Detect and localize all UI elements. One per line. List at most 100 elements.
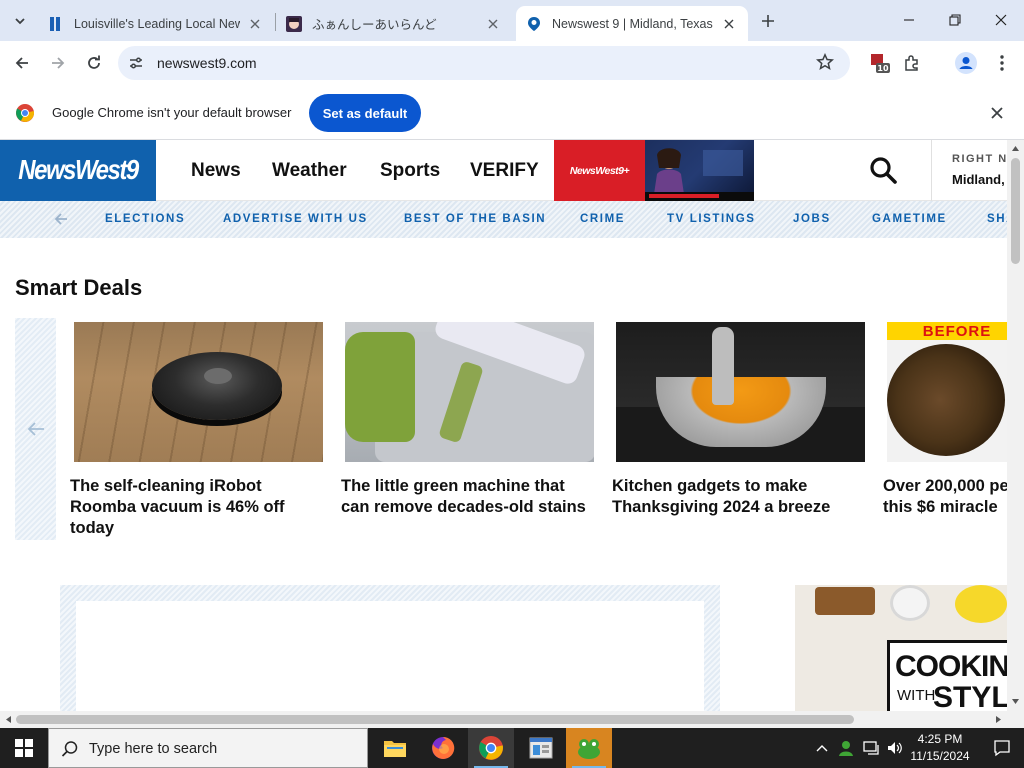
page-viewport: NewsWest9 News Weather Sports VERIFY New… [0, 140, 1007, 711]
vertical-scrollbar[interactable] [1007, 140, 1024, 711]
back-button[interactable] [7, 48, 37, 78]
profile-avatar-icon [955, 52, 977, 74]
promo-logo: NewsWest9+ [554, 140, 645, 201]
puzzle-icon [905, 55, 918, 71]
set-as-default-button[interactable]: Set as default [309, 94, 421, 132]
taskbar-chrome[interactable] [468, 728, 514, 768]
tab-title: Louisville's Leading Local News [74, 16, 240, 31]
close-tab-icon[interactable] [246, 15, 264, 33]
tray-network[interactable] [860, 728, 884, 768]
user-tray-icon [839, 741, 853, 756]
subnav-crime[interactable]: CRIME [580, 213, 625, 225]
subnav-elections[interactable]: ELECTIONS [105, 213, 185, 225]
tab-strip: Louisville's Leading Local News ふぁんしーあいら… [0, 0, 1024, 41]
nav-weather[interactable]: Weather [272, 160, 347, 182]
close-tab-icon[interactable] [484, 15, 502, 33]
pan-cleaning-image: BEFORE [887, 322, 1007, 462]
nav-news[interactable]: News [191, 160, 241, 182]
subnav-jobs[interactable]: JOBS [793, 213, 831, 225]
chrome-menu-button[interactable] [988, 49, 1016, 77]
deal-caption: The little green machine that can remove… [341, 477, 586, 516]
subnav-tv-listings[interactable]: TV LISTINGS [667, 213, 756, 225]
weather-location[interactable]: Midland, TX [952, 172, 1007, 187]
before-banner: BEFORE [887, 322, 1007, 340]
scroll-up-arrow-icon[interactable] [1011, 144, 1020, 153]
site-info-icon[interactable] [126, 53, 146, 73]
plus-icon [762, 15, 774, 27]
site-logo[interactable]: NewsWest9 [0, 140, 156, 201]
carousel-prev-button[interactable] [15, 318, 56, 540]
url-text: newswest9.com [157, 55, 257, 71]
search-icon[interactable] [868, 155, 898, 185]
deal-card[interactable]: Kitchen gadgets to make Thanksgiving 202… [612, 322, 866, 516]
scroll-down-arrow-icon[interactable] [1011, 697, 1020, 706]
subnav-prev-arrow-icon[interactable] [52, 210, 70, 228]
taskbar-search-box[interactable]: Type here to search [48, 728, 368, 768]
tab-fancy-island[interactable]: ふぁんしーあいらんど [276, 6, 512, 41]
deal-card[interactable]: The self-cleaning iRobot Roomba vacuum i… [70, 322, 324, 537]
taskbar-file-explorer[interactable] [372, 728, 418, 768]
taskbar-app-window[interactable] [518, 728, 564, 768]
start-button[interactable] [0, 728, 48, 768]
kitchen-gadget-image [616, 322, 865, 462]
extension-badge-button[interactable]: 10 [865, 49, 893, 77]
cooking-with-style-ad[interactable]: COOKING WITH STYLE [795, 585, 1007, 711]
clock-time: 4:25 PM [917, 732, 963, 746]
forward-button[interactable] [43, 48, 73, 78]
new-tab-button[interactable] [755, 8, 781, 34]
horizontal-scroll-thumb[interactable] [16, 715, 854, 724]
subnav-gametime[interactable]: GAMETIME [872, 213, 947, 225]
minimize-button[interactable] [886, 0, 932, 40]
reload-button[interactable] [79, 48, 109, 78]
scroll-right-arrow-icon[interactable] [994, 715, 1003, 724]
restore-button[interactable] [932, 0, 978, 40]
taskbar-firefox[interactable] [420, 728, 466, 768]
extension-badge-count: 10 [877, 64, 889, 73]
subnav-advertise[interactable]: ADVERTISE WITH US [223, 213, 368, 225]
nav-sports[interactable]: Sports [380, 160, 440, 182]
subnav-share[interactable]: SHARE [987, 213, 1007, 225]
nav-verify[interactable]: VERIFY [470, 160, 539, 182]
folder-icon [384, 741, 406, 757]
clock-date: 11/15/2024 [910, 749, 970, 763]
logo-text: NewsWest9 [18, 154, 139, 186]
tray-app-icon[interactable] [834, 728, 858, 768]
taskbar-game-app[interactable] [566, 728, 612, 768]
ad-subline: WITH [897, 687, 936, 704]
tab-louisville[interactable]: Louisville's Leading Local News [38, 6, 274, 41]
minimize-icon [904, 19, 914, 21]
address-bar[interactable]: newswest9.com [118, 46, 850, 80]
extension-shield-icon: 10 [871, 54, 890, 73]
default-browser-infobar: Google Chrome isn't your default browser… [0, 86, 1024, 140]
roomba-image [74, 322, 323, 462]
newswest9-plus-promo[interactable]: NewsWest9+ [554, 140, 754, 201]
close-tab-icon[interactable] [720, 15, 738, 33]
deal-caption: Kitchen gadgets to make Thanksgiving 202… [612, 477, 831, 516]
bookmark-star-icon[interactable] [815, 52, 836, 73]
vertical-scroll-thumb[interactable] [1011, 158, 1020, 264]
notifications-button[interactable] [980, 728, 1024, 768]
windows-logo-icon [15, 739, 33, 757]
deal-card[interactable]: The little green machine that can remove… [341, 322, 595, 516]
weather-label: RIGHT NOW [952, 153, 1007, 165]
infobar-message: Google Chrome isn't your default browser [52, 105, 292, 120]
profile-button[interactable] [952, 49, 980, 77]
tray-overflow-button[interactable] [812, 728, 832, 768]
network-icon [863, 741, 879, 755]
tray-volume[interactable] [884, 728, 906, 768]
arrow-right-icon [52, 57, 65, 69]
more-vertical-icon [1000, 55, 1004, 71]
scroll-left-arrow-icon[interactable] [4, 715, 13, 724]
deal-card[interactable]: BEFORE Over 200,000 people use this $6 m… [883, 322, 1007, 516]
tab-search-button[interactable] [6, 7, 34, 35]
taskbar-clock[interactable]: 4:25 PM 11/15/2024 [904, 731, 976, 765]
horizontal-scrollbar[interactable] [0, 711, 1024, 728]
volume-icon [888, 742, 902, 754]
subnav-best-of-basin[interactable]: BEST OF THE BASIN [404, 213, 546, 225]
site-header: NewsWest9 News Weather Sports VERIFY New… [0, 140, 1007, 201]
close-infobar-icon[interactable] [988, 104, 1006, 122]
tab-newswest9[interactable]: Newswest 9 | Midland, Texas | n [516, 6, 748, 41]
extensions-button[interactable] [898, 49, 926, 77]
close-window-button[interactable] [978, 0, 1024, 40]
close-icon [995, 14, 1007, 26]
